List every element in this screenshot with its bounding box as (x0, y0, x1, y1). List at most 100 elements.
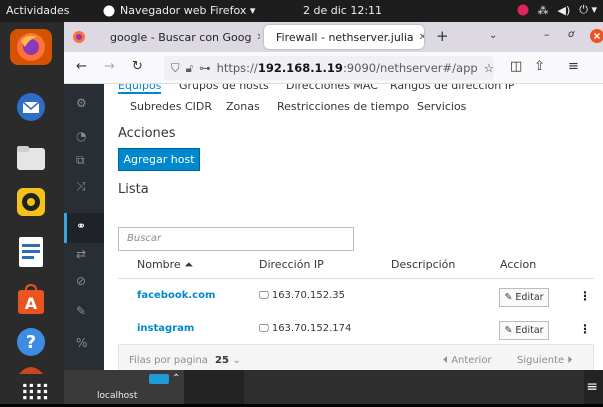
rows-per-page-select[interactable]: 25 ⌄ (215, 355, 241, 366)
svg-text:A: A (25, 294, 38, 313)
navigation-bar: ← → ↻ ⛉ 🔓︎ ⊶ https://192.168.1.19:9090/n… (64, 52, 603, 84)
power-icon[interactable]: ⏻ ▾ (579, 3, 597, 17)
host-name-link[interactable]: facebook.com (137, 290, 215, 301)
header-divider (118, 278, 594, 279)
files-dock-icon[interactable] (10, 140, 52, 176)
close-window-icon[interactable] (590, 29, 603, 43)
tab-google[interactable]: G google - Buscar con Goog ✕ (98, 25, 260, 49)
taskbar-area (244, 370, 584, 404)
svg-text:?: ? (26, 332, 36, 353)
firefox-view-icon[interactable] (72, 30, 86, 44)
tab-firewall[interactable]: Firewall - nethserver.julia ✕ (264, 25, 424, 49)
chevron-down-icon: ⌄ (232, 355, 241, 366)
url-bar[interactable]: ⛉ 🔓︎ ⊶ https://192.168.1.19:9090/nethser… (164, 56, 494, 80)
localhost-label: localhost (97, 391, 138, 401)
dashboard-icon[interactable]: ◔ (76, 129, 86, 143)
network-icon[interactable]: ⧉ (76, 153, 85, 168)
tab-strip: G google - Buscar con Goog ✕ Firewall - … (64, 22, 603, 52)
close-icon[interactable]: ✕ (256, 32, 260, 43)
monitor-icon: 🖵︎ (259, 323, 269, 334)
firefox-app-icon (103, 5, 115, 16)
cockpit-sidebar: ⚙ ◔ ⧉ ⤨ ⚭ ⇄ ⊘ ✎ % (64, 84, 104, 370)
host-name-link[interactable]: instagram (137, 323, 194, 334)
help-dock-icon[interactable]: ? (10, 324, 52, 360)
rows-per-page-label: Filas por pagina (129, 355, 208, 366)
software-center-dock-icon[interactable]: A (10, 282, 52, 318)
tab-servicios[interactable]: Servicios (417, 100, 466, 113)
chevron-down-icon[interactable]: ⌄ (489, 30, 497, 41)
lock-icon[interactable]: 🔓︎ (186, 61, 193, 76)
bottom-panel: ⌃ localhost ≡ (64, 370, 603, 404)
show-applications-icon[interactable]: ⠿⠿ (20, 382, 50, 407)
forward-icon[interactable]: → (104, 59, 115, 74)
app-name: Navegador web Firefox ▾ (120, 4, 256, 17)
tab-equipos[interactable]: Equipos (118, 84, 162, 94)
tab-zonas[interactable]: Zonas (226, 100, 260, 113)
tab-direcciones-mac[interactable]: Direcciones MAC (286, 84, 378, 92)
firefox-window: G google - Buscar con Goog ✕ Firewall - … (64, 22, 603, 378)
url-text[interactable]: https://192.168.1.19:9090/nethserver#/ap… (217, 61, 478, 75)
gnome-top-bar: Actividades Navegador web Firefox ▾ 2 de… (0, 0, 603, 22)
block-icon[interactable]: ⊘ (76, 274, 86, 288)
thunderbird-dock-icon[interactable] (10, 89, 52, 125)
settings-gear-icon[interactable]: ⚙ (76, 96, 87, 110)
tab-rangos-ip[interactable]: Rangos de dirección IP (390, 84, 515, 92)
maximize-icon[interactable]: ơ (568, 29, 574, 40)
firewall-content: Equipos Grupos de hosts Direcciones MAC … (104, 84, 603, 370)
firewall-icon: ⚭ (76, 219, 87, 233)
window-thumbnail-icon (149, 373, 169, 384)
monitor-icon: 🖵︎ (259, 290, 269, 301)
previous-page-button[interactable]: ⏴ Anterior (443, 355, 492, 366)
edit-button[interactable]: ✎ Editar (499, 321, 549, 340)
extensions-icon[interactable]: ⇧ (534, 59, 545, 74)
next-page-button[interactable]: Siguiente ⏵ (517, 355, 572, 366)
link-icon[interactable]: % (76, 336, 87, 350)
partial-dock-icon[interactable] (10, 360, 52, 374)
firefox-dock-icon[interactable] (10, 29, 52, 65)
ip-cell: 🖵︎ 163.70.152.35 (259, 290, 345, 301)
kebab-menu-icon[interactable]: ⋮ (579, 289, 591, 303)
system-tray[interactable]: ⁂ ◀) ⏻ ▾ (517, 3, 597, 17)
tab-label: Firewall - nethserver.julia (276, 30, 414, 44)
minimize-icon[interactable]: – (544, 28, 550, 41)
tab-label: google - Buscar con Goog (110, 30, 252, 44)
ubuntu-dock: A ? ⠿⠿ (0, 22, 64, 407)
routes-icon[interactable]: ⇄ (76, 247, 86, 261)
hamburger-menu-icon[interactable]: ≡ (568, 59, 579, 74)
shield-icon[interactable]: ⛉ (171, 61, 180, 76)
shuffle-icon[interactable]: ⤨ (76, 179, 86, 194)
tab-subredes-cidr[interactable]: Subredes CIDR (130, 100, 212, 113)
window-switcher[interactable]: ⌃ (149, 373, 180, 384)
column-header-action: Accion (500, 258, 537, 271)
tab-grupos-de-hosts[interactable]: Grupos de hosts (179, 84, 269, 92)
hamburger-menu-icon[interactable]: ≡ (586, 379, 598, 395)
notification-icon[interactable] (517, 4, 529, 16)
kebab-menu-icon[interactable]: ⋮ (579, 322, 591, 336)
volume-icon[interactable]: ◀) (558, 4, 571, 17)
close-icon[interactable]: ✕ (419, 32, 424, 43)
back-icon[interactable]: ← (76, 59, 87, 74)
edit-icon[interactable]: ✎ (76, 304, 86, 318)
search-input[interactable]: Buscar (118, 227, 354, 251)
pocket-icon[interactable]: ◫ (510, 59, 522, 74)
network-icon[interactable]: ⁂ (538, 4, 549, 17)
tab-restricciones[interactable]: Restricciones de tiempo (277, 100, 409, 113)
column-header-name[interactable]: Nombre ⏶ (137, 258, 193, 272)
actions-heading: Acciones (118, 126, 176, 141)
edit-button[interactable]: ✎ Editar (499, 288, 549, 307)
permissions-icon[interactable]: ⊶ (199, 61, 211, 75)
activities-button[interactable]: Actividades (6, 4, 70, 17)
bookmark-star-icon[interactable]: ☆ (484, 61, 494, 75)
sidebar-item-firewall[interactable]: ⚭ (64, 213, 104, 243)
chevron-up-icon: ⌃ (172, 373, 181, 384)
writer-dock-icon[interactable] (10, 234, 52, 270)
clock[interactable]: 2 de dic 12:11 (303, 4, 382, 17)
rhythmbox-dock-icon[interactable] (10, 184, 52, 220)
app-menu[interactable]: Navegador web Firefox ▾ (103, 4, 255, 17)
column-header-ip: Dirección IP (259, 258, 324, 271)
add-host-button[interactable]: Agregar host (118, 148, 200, 171)
new-tab-icon[interactable]: + (436, 27, 449, 45)
list-heading: Lista (118, 182, 149, 197)
reload-icon[interactable]: ↻ (132, 59, 143, 74)
column-header-description: Descripción (391, 258, 456, 271)
